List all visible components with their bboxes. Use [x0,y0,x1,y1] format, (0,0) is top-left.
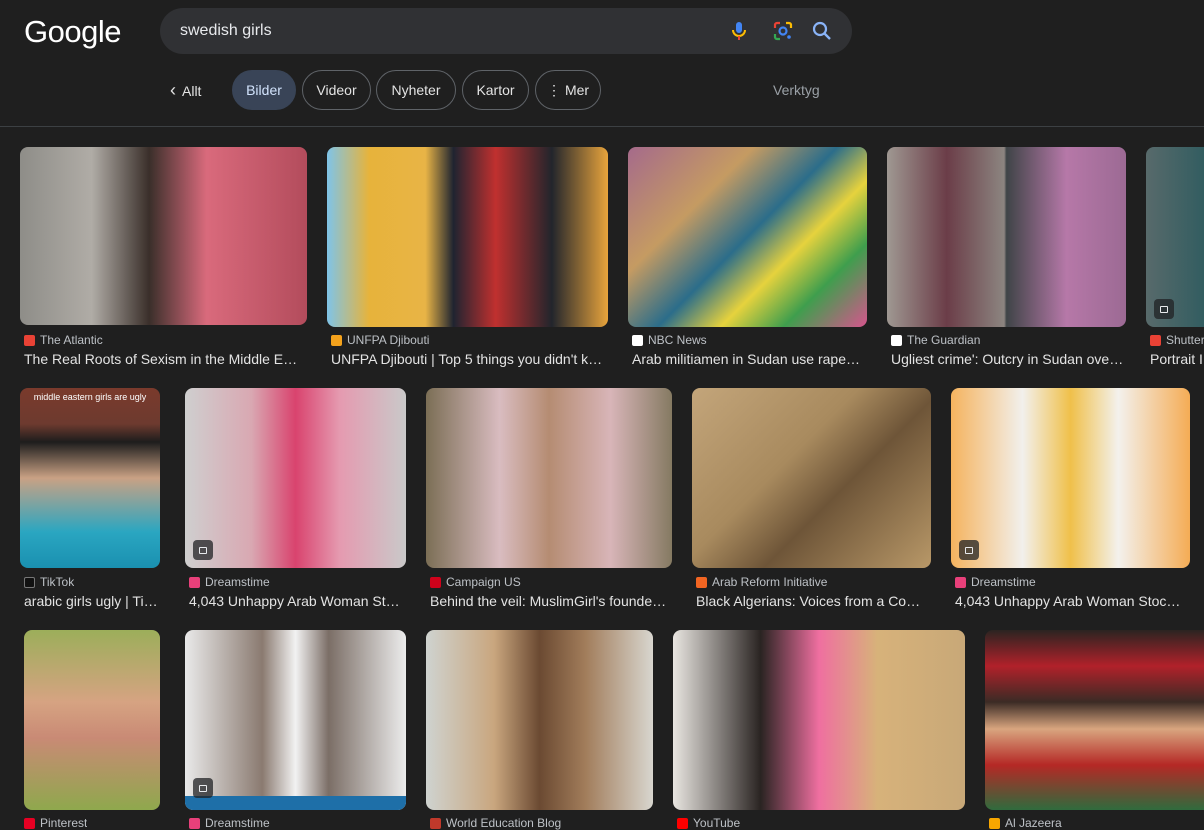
google-lens-icon[interactable] [771,19,795,43]
result-thumbnail[interactable] [951,388,1190,568]
result-thumbnail[interactable] [185,388,406,568]
site-favicon-icon [24,817,35,829]
site-favicon-icon [696,576,707,588]
header: Google ‹ Allt Bilder Videor Nyheter Kart… [0,0,1204,127]
image-badge-icon [193,540,213,560]
result-thumbnail[interactable] [985,630,1204,810]
microphone-icon[interactable] [727,19,751,43]
site-favicon-icon [891,334,902,346]
result-title[interactable]: 4,043 Unhappy Arab Woman Stoc… [955,593,1190,609]
result-source[interactable]: NBC News [632,333,707,347]
result-title[interactable]: Ugliest crime': Outcry in Sudan ove… [891,351,1126,367]
tab-videos[interactable]: Videor [302,70,371,110]
tab-news[interactable]: Nyheter [376,70,456,110]
tools-button[interactable]: Verktyg [773,82,820,98]
thumbnail-caption: middle eastern girls are ugly [33,392,147,402]
chevron-left-icon: ‹ [170,80,176,100]
result-thumbnail[interactable] [327,147,608,327]
result-source[interactable]: Dreamstime [189,575,270,589]
site-favicon-icon [189,576,200,588]
result-title[interactable]: Black Algerians: Voices from a Co… [696,593,931,609]
site-favicon-icon [331,334,342,346]
result-thumbnail[interactable] [692,388,931,568]
site-favicon-icon [430,817,441,829]
tab-maps[interactable]: Kartor [462,70,529,110]
site-favicon-icon [430,576,441,588]
google-logo[interactable]: Google [24,14,121,50]
result-title[interactable]: Behind the veil: MuslimGirl's founde… [430,593,672,609]
back-label: Allt [182,82,202,99]
tab-more-label: Mer [564,82,590,98]
site-favicon-icon [189,817,200,829]
image-badge-icon [1154,299,1174,319]
result-thumbnail[interactable]: middle eastern girls are ugly [20,388,160,568]
more-vert-icon: ⋮ [546,81,561,98]
site-favicon-icon [632,334,643,346]
result-thumbnail[interactable] [426,630,653,810]
result-source[interactable]: Dreamstime [955,575,1036,589]
youtube-icon [677,817,688,829]
result-source[interactable]: Shutter [1150,333,1204,347]
result-title[interactable]: UNFPA Djibouti | Top 5 things you didn't… [331,351,608,367]
result-thumbnail[interactable] [426,388,672,568]
result-thumbnail[interactable] [628,147,867,327]
result-title[interactable]: Portrait I [1150,351,1204,367]
image-badge-icon [193,778,213,798]
back-to-all[interactable]: ‹ Allt [170,80,201,101]
tab-images[interactable]: Bilder [232,70,296,110]
site-favicon-icon [955,576,966,588]
result-thumbnail[interactable] [887,147,1126,327]
search-box[interactable] [160,8,852,54]
site-favicon-icon [1150,334,1161,346]
site-favicon-icon [989,817,1000,829]
result-source[interactable]: Arab Reform Initiative [696,575,827,589]
search-icon[interactable] [810,19,834,43]
search-input[interactable] [180,8,720,54]
result-source[interactable]: Campaign US [430,575,521,589]
result-thumbnail[interactable] [20,147,307,325]
result-source[interactable]: The Atlantic [24,333,103,347]
result-title[interactable]: Arab militiamen in Sudan use rape… [632,351,867,367]
image-badge-icon [959,540,979,560]
result-source[interactable]: TikTok [24,575,74,589]
result-title[interactable]: arabic girls ugly | Ti… [24,593,160,609]
site-favicon-icon [24,576,35,588]
site-favicon-icon [24,334,35,346]
result-thumbnail[interactable] [24,630,160,810]
tab-more[interactable]: ⋮ Mer [535,70,601,110]
result-source[interactable]: The Guardian [891,333,980,347]
result-thumbnail[interactable] [673,630,965,810]
result-thumbnail[interactable] [185,630,406,810]
result-title[interactable]: The Real Roots of Sexism in the Middle E… [24,351,307,367]
image-results-grid: The Atlantic The Real Roots of Sexism in… [0,127,1204,830]
result-thumbnail[interactable] [1146,147,1204,327]
thumbnail-watermark-bar [185,796,406,810]
result-title[interactable]: 4,043 Unhappy Arab Woman St… [189,593,406,609]
result-source[interactable]: UNFPA Djibouti [331,333,429,347]
